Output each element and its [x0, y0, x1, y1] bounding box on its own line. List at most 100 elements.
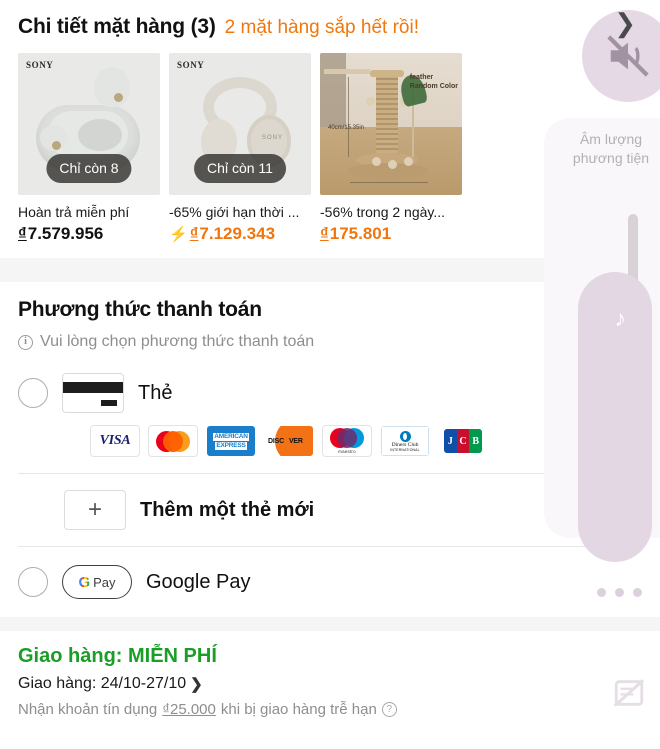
maestro-logo-text: maestro [338, 449, 356, 454]
product-card[interactable]: SONY SONY Chỉ còn 11 -65% giới hạn thời … [169, 53, 311, 244]
radio-gpay[interactable] [18, 567, 48, 597]
shipping-date-row[interactable]: Giao hàng: 24/10-27/10 ❯ [18, 675, 642, 693]
expand-chevron-icon[interactable]: ❯ [614, 10, 636, 36]
late-delivery-credit-note: Nhận khoản tín dụng ₫25.000 khi bị giao … [18, 701, 642, 718]
cat-tree-shelf-art [324, 69, 370, 74]
dimension-line-horizontal [350, 182, 428, 183]
chevron-right-icon[interactable]: ❯ [190, 675, 203, 693]
note-suffix: khi bị giao hàng trễ hạn [220, 701, 377, 718]
currency-symbol: ₫ [320, 224, 329, 243]
note-prefix: Nhận khoản tín dụng [18, 701, 158, 718]
payment-option-gpay[interactable]: G Pay Google Pay [18, 565, 642, 599]
maestro-icon: maestro [322, 425, 372, 457]
item-details-section: Chi tiết mặt hàng (3) 2 mặt hàng sắp hết… [0, 0, 660, 244]
gpay-section: G Pay Google Pay [0, 565, 660, 599]
page-title: Chi tiết mặt hàng (3) [18, 15, 216, 38]
flash-deal-icon: ⚡ [169, 225, 188, 243]
google-g-letter: G [78, 573, 91, 591]
discover-text-head: DISC [268, 437, 284, 445]
earbuds-cavity-art [78, 119, 122, 151]
discover-logo-text: DISC VER [265, 438, 303, 445]
thumbnail-caption: feather Random Color [410, 73, 458, 91]
stock-badge: Chỉ còn 8 [46, 154, 132, 183]
product-thumbnail[interactable]: SONY SONY Chỉ còn 11 [169, 53, 311, 195]
currency-symbol: ₫ [189, 224, 199, 243]
amex-line-1: AMERICAN [213, 432, 249, 441]
product-card-list: SONY Chỉ còn 8 Hoàn trả miễn phí ₫ 7.579.… [18, 53, 642, 244]
amex-line-2: EXPRESS [215, 441, 247, 450]
google-pay-icon: G Pay [62, 565, 132, 599]
cat-tree-top-art [370, 70, 404, 77]
radio-card[interactable] [18, 378, 48, 408]
checkout-screen: Chi tiết mặt hàng (3) 2 mặt hàng sắp hết… [0, 0, 660, 749]
screenshot-blocked-icon [613, 679, 645, 707]
jcb-letter-b: B [469, 429, 483, 453]
product-price: ₫ 175.801 [320, 224, 462, 244]
headphone-brand-mark: SONY [262, 135, 284, 141]
maestro-overlap [337, 428, 357, 448]
shipping-date-label: Giao hàng: 24/10-27/10 [18, 675, 187, 692]
credit-card-icon [62, 373, 124, 413]
diners-line-2: INTERNATIONAL [390, 447, 420, 452]
brand-logo: SONY [177, 60, 205, 70]
item-details-header: Chi tiết mặt hàng (3) 2 mặt hàng sắp hết… [18, 14, 642, 41]
plus-icon[interactable]: + [64, 490, 126, 530]
cat-tree-wall-art [320, 53, 346, 127]
product-label: Hoàn trả miễn phí [18, 204, 130, 220]
price-value: 175.801 [329, 224, 392, 243]
payment-option-gpay-label: Google Pay [146, 570, 251, 593]
feather-toy-art [412, 91, 414, 157]
jcb-letter-c: C [456, 429, 470, 453]
section-separator-band-2 [0, 617, 660, 631]
google-pay-word: Pay [93, 574, 116, 590]
jcb-icon: J C B [438, 425, 488, 457]
low-stock-warning: 2 mặt hàng sắp hết rồi! [224, 17, 419, 38]
product-thumbnail[interactable]: feather Random Color 40cm/15.35in [320, 53, 462, 195]
diners-club-mark [399, 430, 411, 442]
product-thumbnail[interactable]: SONY Chỉ còn 8 [18, 53, 160, 195]
visa-icon: VISA [90, 425, 140, 457]
track-ball-art [372, 157, 381, 166]
thumbnail-caption-line1: feather [409, 74, 434, 81]
product-label: -56% trong 2 ngày... [320, 204, 446, 220]
discover-icon: DISC VER [264, 425, 314, 457]
earbud-art [94, 67, 130, 107]
track-ball-art-3 [404, 157, 413, 166]
payment-divider-2 [18, 546, 642, 547]
stock-badge: Chỉ còn 11 [194, 154, 286, 183]
price-value: 7.579.956 [27, 224, 104, 243]
discover-text-tail: VER [288, 437, 303, 445]
product-label: -65% giới hạn thời ... [169, 204, 300, 220]
add-new-card-row[interactable]: + Thêm một thẻ mới [64, 490, 642, 530]
diners-club-icon: Diners Club INTERNATIONAL [380, 425, 430, 457]
cat-tree-post-art [376, 75, 398, 153]
product-price: ⚡ ₫ 7.129.343 [169, 224, 311, 244]
earbud-contact-dot [114, 93, 123, 102]
payment-section-title: Phương thức thanh toán [18, 298, 262, 321]
product-card[interactable]: feather Random Color 40cm/15.35in -56% t… [320, 53, 462, 244]
dimension-line-vertical [348, 77, 349, 157]
payment-method-section: Phương thức thanh toán i Vui lòng chọn p… [0, 282, 660, 457]
payment-hint-text: Vui lòng chọn phương thức thanh toán [40, 333, 315, 350]
track-ball-art-2 [388, 160, 397, 169]
help-icon[interactable]: ? [381, 702, 397, 717]
thumbnail-caption-line2: Random Color [409, 83, 458, 90]
add-card-section: + Thêm một thẻ mới [0, 490, 660, 530]
info-icon: i [18, 334, 33, 350]
shipping-section: Giao hàng: MIỄN PHÍ Giao hàng: 24/10-27/… [0, 631, 660, 718]
product-card[interactable]: SONY Chỉ còn 8 Hoàn trả miễn phí ₫ 7.579.… [18, 53, 160, 244]
dangling-ball-art [366, 97, 375, 106]
payment-hint: i Vui lòng chọn phương thức thanh toán [18, 333, 642, 351]
card-magstripe [63, 382, 123, 393]
add-new-card-label: Thêm một thẻ mới [140, 498, 315, 521]
payment-option-card[interactable]: Thẻ [18, 373, 642, 413]
currency-symbol: ₫ [18, 224, 27, 243]
payment-option-card-label: Thẻ [138, 381, 173, 404]
mastercard-overlap [163, 430, 183, 452]
shipping-free-label: Giao hàng: MIỄN PHÍ [18, 645, 217, 667]
earbud-contact-dot-2 [52, 141, 61, 150]
thumbnail-dimension-text: 40cm/15.35in [328, 125, 365, 131]
amex-icon: AMERICAN EXPRESS [206, 425, 256, 457]
